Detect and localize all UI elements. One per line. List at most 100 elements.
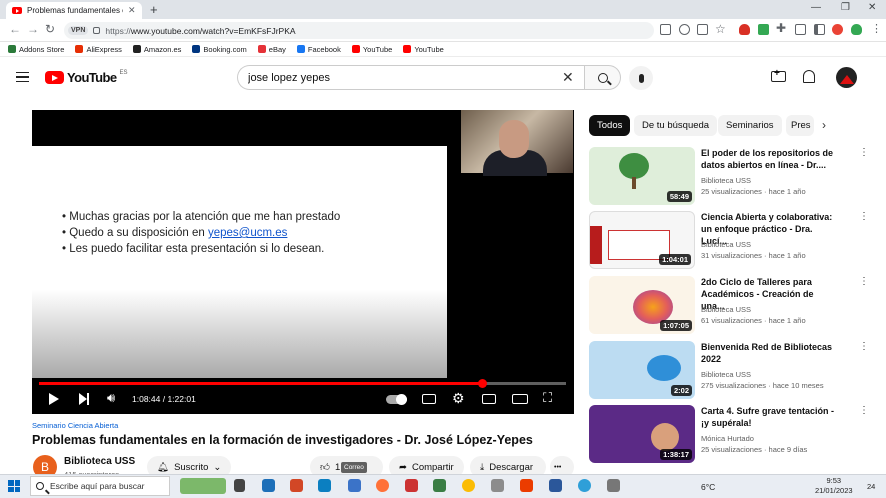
store-app-icon[interactable]	[262, 479, 275, 492]
forward-icon[interactable]: →	[27, 22, 39, 36]
zoom-icon[interactable]	[679, 24, 690, 35]
video-thumbnail[interactable]: 1:04:01	[589, 211, 695, 269]
notifications-bell-icon[interactable]	[803, 70, 815, 83]
adblock-extension-icon[interactable]	[739, 24, 750, 35]
settings-gear-icon[interactable]: ⚙	[452, 390, 465, 407]
office-icon[interactable]	[520, 479, 533, 492]
shield-icon[interactable]	[851, 24, 862, 35]
restore-icon[interactable]: ❐	[841, 2, 850, 13]
lock-icon[interactable]	[93, 27, 101, 34]
clear-search-icon[interactable]: ✕	[562, 69, 574, 86]
search-input[interactable]	[248, 71, 548, 84]
back-icon[interactable]: ←	[9, 22, 21, 36]
taskbar-search[interactable]: Escribe aquí para buscar	[30, 476, 170, 496]
more-options-icon[interactable]: ⋮	[859, 211, 869, 222]
minimize-icon[interactable]: —	[811, 2, 821, 13]
related-video-4[interactable]: 2:02 Bienvenida Red de Bibliotecas 2022 …	[589, 341, 879, 399]
next-video-icon[interactable]	[79, 393, 89, 405]
reading-list-icon[interactable]	[795, 24, 806, 35]
related-video-5[interactable]: 1:38:17 Carta 4. Sufre grave tentación -…	[589, 405, 879, 463]
bookmark-aliexpress[interactable]: AliExpress	[75, 45, 122, 54]
related-title[interactable]: El poder de los repositorios de datos ab…	[701, 147, 836, 171]
bookmark-facebook[interactable]: Facebook	[296, 45, 341, 54]
related-video-3[interactable]: 1:07:05 2do Ciclo de Talleres para Acadé…	[589, 276, 879, 334]
create-video-icon[interactable]	[771, 68, 786, 82]
chip-seminarios[interactable]: Seminarios	[718, 115, 782, 136]
fullscreen-icon[interactable]: ⛶	[543, 390, 552, 406]
related-title[interactable]: Bienvenida Red de Bibliotecas 2022	[701, 341, 836, 365]
close-tab-icon[interactable]: ✕	[128, 5, 136, 16]
progress-bar[interactable]	[39, 379, 566, 388]
more-options-icon[interactable]: ⋮	[859, 147, 869, 158]
news-widget-icon[interactable]	[180, 478, 226, 494]
more-options-icon[interactable]: ⋮	[859, 276, 869, 287]
autoplay-toggle[interactable]	[386, 394, 407, 405]
extension-icon[interactable]	[758, 24, 769, 35]
search-box[interactable]	[237, 65, 584, 90]
related-title[interactable]: Carta 4. Sufre grave tentación - ¡y supé…	[701, 405, 836, 429]
related-channel[interactable]: Biblioteca USS	[701, 176, 751, 185]
close-window-icon[interactable]: ✕	[868, 2, 876, 13]
mail-icon[interactable]	[348, 479, 361, 492]
notification-count[interactable]: 24	[867, 482, 875, 491]
video-thumbnail[interactable]: 1:07:05	[589, 276, 695, 334]
related-video-1[interactable]: 58:49 El poder de los repositorios de da…	[589, 147, 879, 205]
app-extra-icon[interactable]	[607, 479, 620, 492]
address-bar[interactable]: VPN https://www.youtube.com/watch?v=EmKF…	[64, 22, 654, 39]
bookmark-youtube[interactable]: YouTube	[351, 45, 392, 54]
bookmark-addons-store[interactable]: Addons Store	[8, 45, 64, 54]
video-thumbnail[interactable]: 2:02	[589, 341, 695, 399]
powerpoint-icon[interactable]	[290, 479, 303, 492]
firefox-icon[interactable]	[376, 479, 389, 492]
related-channel[interactable]: Biblioteca USS	[701, 370, 751, 379]
app-l-icon[interactable]	[318, 479, 331, 492]
bookmark-amazon-es[interactable]: Amazon.es	[132, 45, 181, 54]
related-channel[interactable]: Biblioteca USS	[701, 305, 751, 314]
install-app-icon[interactable]	[660, 24, 671, 35]
chip-pres[interactable]: Pres	[786, 115, 814, 136]
video-thumbnail[interactable]: 1:38:17	[589, 405, 695, 463]
menu-hamburger-icon[interactable]	[16, 72, 29, 82]
extensions-puzzle-icon[interactable]: ✚	[776, 21, 786, 35]
bookmark-ebay[interactable]: eBay	[257, 45, 286, 54]
channel-name[interactable]: Biblioteca USS	[64, 456, 135, 467]
new-tab-icon[interactable]: +	[150, 2, 158, 17]
profile-icon[interactable]	[832, 24, 843, 35]
search-button[interactable]	[584, 65, 621, 90]
reload-icon[interactable]: ↻	[45, 22, 55, 36]
chip-todos[interactable]: Todos	[589, 115, 631, 136]
chevron-right-icon[interactable]: ›	[822, 118, 826, 132]
windows-start-icon[interactable]	[8, 480, 20, 492]
volume-icon[interactable]: 🔊︎	[107, 390, 115, 406]
more-options-icon[interactable]: ⋮	[859, 341, 869, 352]
weather-temp[interactable]: 6°C	[701, 482, 715, 492]
task-view-icon[interactable]	[234, 479, 245, 492]
clock[interactable]: 9:53 21/01/2023	[815, 476, 853, 496]
edge-icon[interactable]	[578, 479, 591, 492]
theater-mode-icon[interactable]	[512, 394, 528, 404]
bookmark-booking-com[interactable]: Booking.com	[192, 45, 247, 54]
chip-de-tu-busqueda[interactable]: De tu búsqueda	[634, 115, 718, 136]
bookmark-star-icon[interactable]: ☆	[715, 22, 726, 36]
url-text[interactable]: www.youtube.com/watch?v=EmKFsFJrPKA	[131, 26, 296, 36]
subtitles-icon[interactable]	[422, 394, 436, 404]
browser-menu-icon[interactable]: ⋮	[871, 22, 882, 35]
app-icon[interactable]	[433, 479, 446, 492]
account-avatar[interactable]	[836, 67, 857, 88]
related-video-2[interactable]: 1:04:01 Ciencia Abierta y colaborativa: …	[589, 211, 879, 269]
chrome-icon[interactable]	[462, 479, 475, 492]
vpn-badge[interactable]: VPN	[68, 26, 89, 35]
voice-search-button[interactable]	[629, 66, 653, 90]
side-panel-icon[interactable]	[814, 24, 825, 35]
pdf-icon[interactable]	[405, 479, 418, 492]
more-options-icon[interactable]: ⋮	[859, 405, 869, 416]
related-channel[interactable]: Biblioteca USS	[701, 240, 751, 249]
word-icon[interactable]	[549, 479, 562, 492]
related-channel[interactable]: Mónica Hurtado	[701, 434, 754, 443]
browser-tab[interactable]: Problemas fundamentales en la form ✕	[6, 2, 142, 19]
miniplayer-icon[interactable]	[482, 394, 496, 404]
video-thumbnail[interactable]: 58:49	[589, 147, 695, 205]
playlist-tag-link[interactable]: Seminario Ciencia Abierta	[32, 421, 118, 430]
bookmark-youtube[interactable]: YouTube	[403, 45, 444, 54]
youtube-logo[interactable]: YouTube ES	[45, 70, 128, 85]
